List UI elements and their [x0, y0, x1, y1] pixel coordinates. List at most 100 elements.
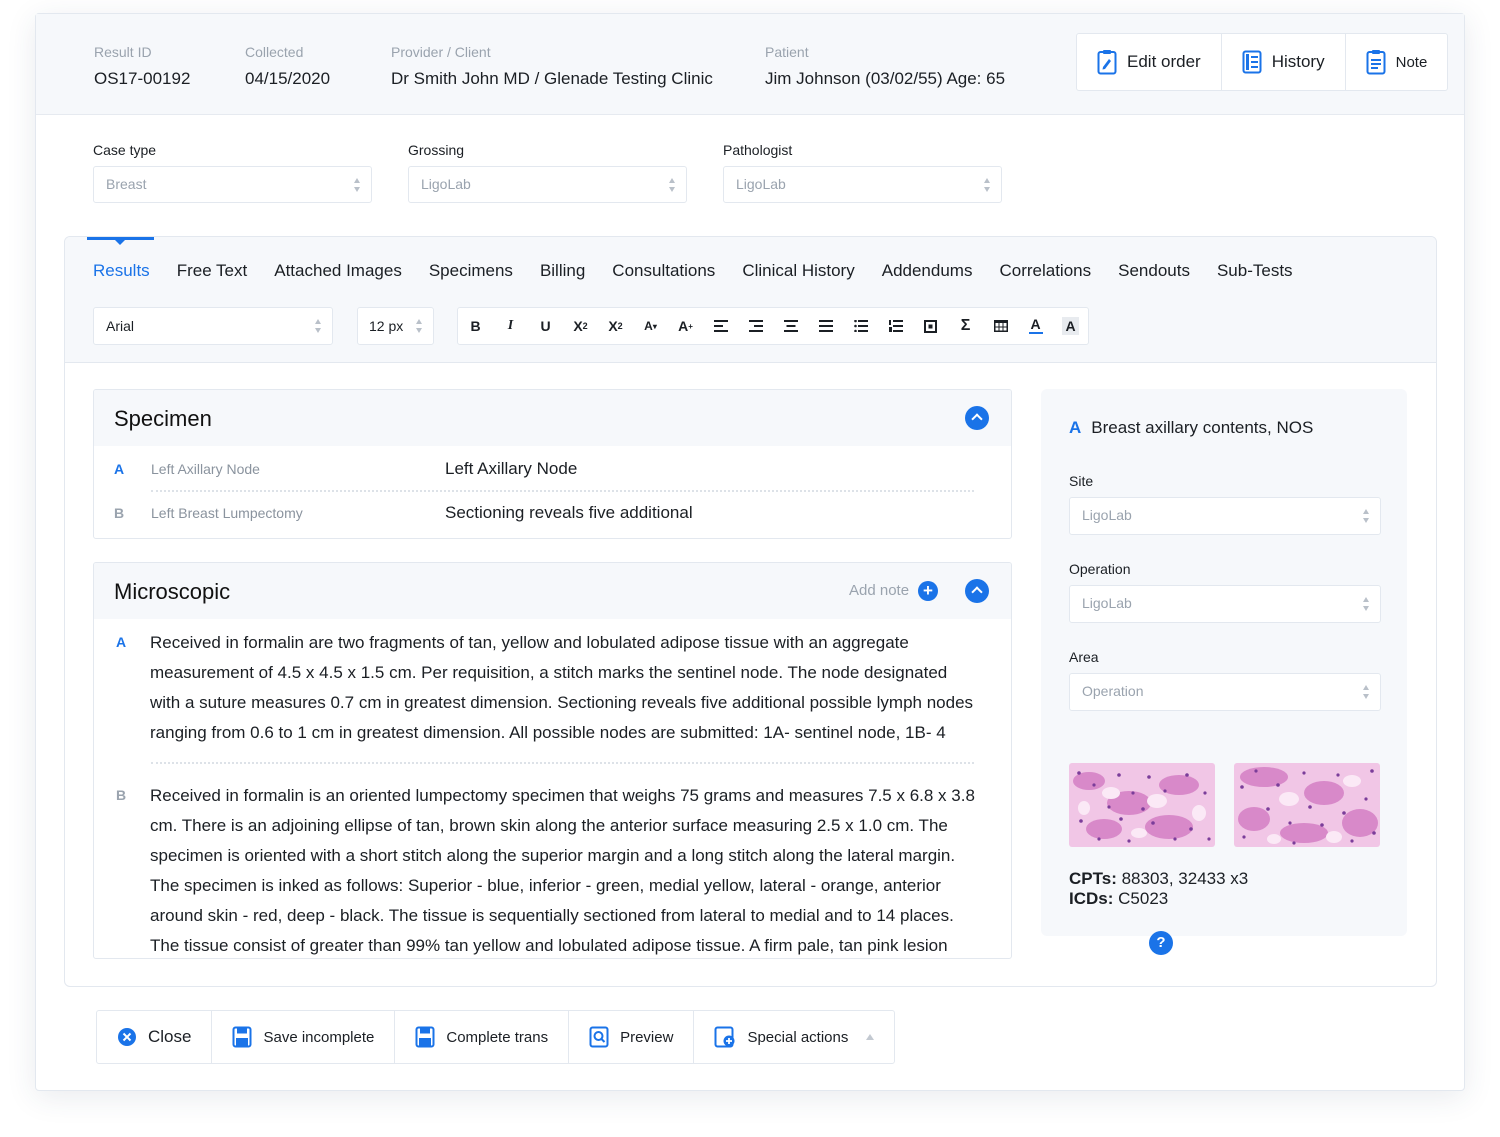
note-label: Note: [1395, 53, 1428, 71]
font-size-decrease-icon[interactable]: A ▾: [633, 308, 668, 344]
special-actions-label: Special actions: [747, 1028, 849, 1046]
italic-icon[interactable]: I: [493, 308, 528, 344]
font-size-increase-icon[interactable]: A +: [668, 308, 703, 344]
pathologist-value: LigoLab: [736, 176, 786, 192]
table-icon[interactable]: [983, 308, 1018, 344]
microscopic-panel: Microscopic Add note + A Received in for…: [93, 562, 1012, 959]
tab-consultations[interactable]: Consultations: [612, 261, 715, 281]
case-type-group: Case type Breast: [93, 142, 372, 203]
edit-order-button[interactable]: Edit order: [1077, 34, 1222, 90]
special-actions-icon: [714, 1026, 735, 1048]
site-select[interactable]: LigoLab: [1069, 497, 1381, 535]
row-divider: [151, 490, 974, 492]
patient-value: Jim Johnson (03/02/55) Age: 65: [765, 69, 1006, 88]
tab-results[interactable]: Results: [93, 261, 150, 281]
tabs-toolbar-area: Results Free Text Attached Images Specim…: [65, 237, 1436, 363]
bullet-list-icon[interactable]: [843, 308, 878, 344]
add-note-label[interactable]: Add note: [849, 582, 909, 599]
specimen-row[interactable]: A: [114, 461, 124, 477]
select-arrows-icon: [1363, 597, 1370, 611]
special-actions-button[interactable]: Special actions: [694, 1011, 894, 1063]
help-icon[interactable]: ?: [1149, 931, 1173, 955]
specimen-letter: B: [114, 505, 125, 521]
font-size-value: 12 px: [369, 318, 404, 334]
pathologist-group: Pathologist LigoLab: [723, 142, 1002, 203]
tab-sub-tests[interactable]: Sub-Tests: [1217, 261, 1293, 281]
icds-label: ICDs:: [1069, 889, 1114, 908]
formatting-toolbar: B I U X2 X2 A ▾ A + Σ A A: [457, 307, 1089, 345]
histology-image-1[interactable]: [1069, 763, 1215, 847]
save-incomplete-label: Save incomplete: [263, 1028, 375, 1046]
superscript-icon[interactable]: X2: [563, 308, 598, 344]
pathologist-select[interactable]: LigoLab: [723, 166, 1002, 203]
select-arrows-icon: [354, 178, 361, 192]
operation-select[interactable]: LigoLab: [1069, 585, 1381, 623]
align-left-icon[interactable]: [703, 308, 738, 344]
numbered-list-icon[interactable]: [878, 308, 913, 344]
clipboard-note-icon: [1366, 50, 1386, 75]
edit-order-label: Edit order: [1127, 52, 1201, 71]
cpts-line: CPTs: 88303, 32433 x3: [1069, 869, 1248, 889]
specimen-name: Left Axillary Node: [151, 461, 260, 477]
add-note-plus-icon[interactable]: +: [918, 581, 938, 601]
subscript-icon[interactable]: X2: [598, 308, 633, 344]
highlight-icon[interactable]: A: [1053, 308, 1088, 344]
insert-field-icon[interactable]: [913, 308, 948, 344]
grossing-select[interactable]: LigoLab: [408, 166, 687, 203]
area-select[interactable]: Operation: [1069, 673, 1381, 711]
select-arrows-icon: [416, 319, 423, 333]
bold-icon[interactable]: B: [458, 308, 493, 344]
align-right-icon[interactable]: [738, 308, 773, 344]
select-arrows-icon: [1363, 509, 1370, 523]
result-id-label: Result ID: [94, 44, 152, 60]
underline-icon[interactable]: U: [528, 308, 563, 344]
preview-button[interactable]: Preview: [569, 1011, 695, 1063]
collected-value: 04/15/2020: [245, 69, 331, 88]
history-button[interactable]: History: [1222, 34, 1346, 90]
tab-billing[interactable]: Billing: [540, 261, 585, 281]
save-incomplete-button[interactable]: Save incomplete: [212, 1011, 396, 1063]
tab-correlations[interactable]: Correlations: [999, 261, 1091, 281]
specimen-detail-panel: A Breast axillary contents, NOS Site Ligo…: [1041, 389, 1407, 936]
collected-field: Collected 04/15/2020: [245, 44, 330, 89]
font-size-select[interactable]: 12 px: [357, 307, 434, 345]
tab-specimens[interactable]: Specimens: [429, 261, 513, 281]
icds-value: C5023: [1113, 889, 1169, 908]
cpts-label: CPTs:: [1069, 869, 1117, 888]
case-type-label: Case type: [93, 142, 157, 158]
operation-label: Operation: [1069, 561, 1131, 577]
tab-addendums[interactable]: Addendums: [882, 261, 973, 281]
grossing-group: Grossing LigoLab: [408, 142, 687, 203]
sum-icon[interactable]: Σ: [948, 308, 983, 344]
close-button[interactable]: Close: [97, 1011, 213, 1063]
side-title: Breast axillary contents, NOS: [1091, 418, 1314, 437]
micro-entry-text[interactable]: Received in formalin are two fragments o…: [150, 628, 980, 748]
histology-image-2[interactable]: [1234, 763, 1380, 847]
specimen-row[interactable]: B: [114, 505, 124, 521]
tab-sendouts[interactable]: Sendouts: [1118, 261, 1190, 281]
font-family-select[interactable]: Arial: [93, 307, 333, 345]
collapse-microscopic-button[interactable]: [965, 579, 989, 603]
case-type-select[interactable]: Breast: [93, 166, 372, 203]
result-window: Result ID OS17-00192 Collected 04/15/202…: [35, 13, 1465, 1091]
save-icon: [232, 1026, 252, 1048]
complete-button[interactable]: Complete trans: [395, 1011, 570, 1063]
close-label: Close: [148, 1027, 192, 1046]
collapse-specimen-button[interactable]: [965, 406, 989, 430]
specimen-title: Specimen: [114, 406, 212, 431]
align-center-icon[interactable]: [773, 308, 808, 344]
site-label: Site: [1069, 473, 1094, 489]
tab-attached-images[interactable]: Attached Images: [274, 261, 402, 281]
result-id-field: Result ID OS17-00192: [94, 44, 190, 89]
font-family-value: Arial: [106, 318, 135, 334]
history-book-icon: [1242, 50, 1262, 74]
provider-label: Provider / Client: [391, 44, 491, 60]
micro-entry-text[interactable]: Received in formalin is an oriented lump…: [150, 781, 980, 958]
font-color-icon[interactable]: A: [1018, 308, 1053, 344]
tab-free-text[interactable]: Free Text: [177, 261, 248, 281]
align-justify-icon[interactable]: [808, 308, 843, 344]
note-button[interactable]: Note: [1346, 34, 1448, 90]
pathologist-label: Pathologist: [723, 142, 793, 158]
results-card: Results Free Text Attached Images Specim…: [64, 236, 1437, 987]
tab-clinical-history[interactable]: Clinical History: [742, 261, 854, 281]
